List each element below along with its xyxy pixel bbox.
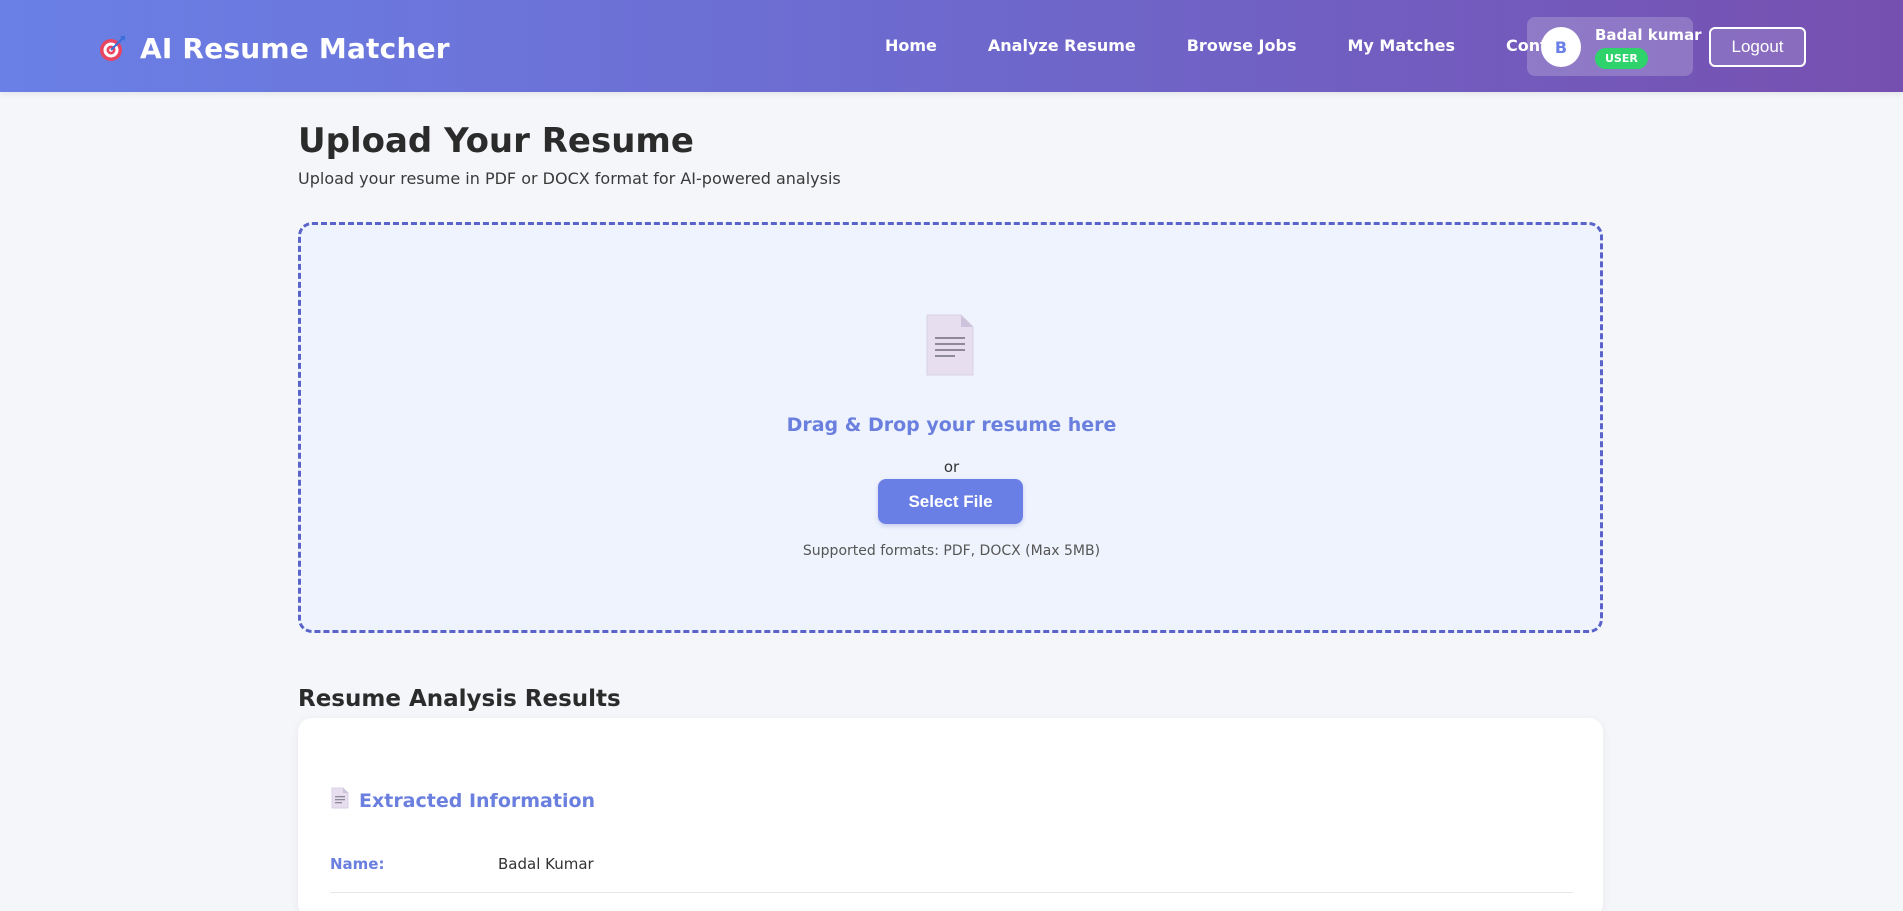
logout-button[interactable]: Logout [1709,27,1806,67]
name-label: Name: [330,855,385,873]
nav-home[interactable]: Home [885,36,937,55]
supported-formats-text: Supported formats: PDF, DOCX (Max 5MB) [802,543,1101,559]
document-icon [331,787,349,814]
extracted-info-label: Extracted Information [359,789,596,812]
or-separator: or [943,458,960,476]
avatar: B [1541,27,1581,67]
page-title: Upload Your Resume [298,121,694,161]
nav-analyze-resume[interactable]: Analyze Resume [988,36,1136,55]
top-nav-bar: AI Resume Matcher Home Analyze Resume Br… [0,0,1903,92]
results-title: Resume Analysis Results [298,686,621,712]
drop-instruction: Drag & Drop your resume here [786,414,1117,436]
app-title: AI Resume Matcher [140,31,450,65]
results-card [298,718,1603,911]
document-icon [925,313,975,377]
user-profile[interactable]: B Badal kumar USER [1527,17,1702,76]
extracted-info-heading: Extracted Information [331,787,595,814]
divider [330,892,1573,893]
nav-browse-jobs[interactable]: Browse Jobs [1187,36,1297,55]
brand[interactable]: AI Resume Matcher [98,30,450,66]
role-badge: USER [1595,48,1648,69]
main-nav: Home Analyze Resume Browse Jobs My Match… [885,36,1576,55]
target-icon [98,33,128,63]
page-subtitle: Upload your resume in PDF or DOCX format… [298,169,841,188]
name-value: Badal Kumar [498,855,594,873]
nav-my-matches[interactable]: My Matches [1347,36,1455,55]
user-name: Badal kumar [1595,26,1702,44]
select-file-button[interactable]: Select File [878,479,1023,524]
